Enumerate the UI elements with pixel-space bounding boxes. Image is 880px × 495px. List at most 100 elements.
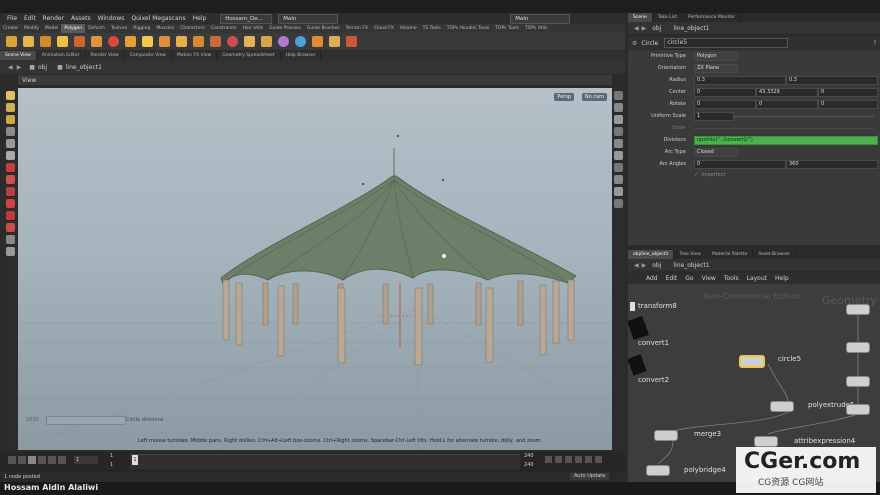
shelf-tab[interactable]: Model — [42, 24, 62, 33]
magnet-tool-icon[interactable] — [5, 199, 15, 208]
rotate-z-field[interactable]: 0 — [818, 100, 878, 109]
tab-take-list[interactable]: Take List — [653, 13, 684, 22]
menu-render[interactable]: Render — [43, 15, 64, 22]
key-icon[interactable] — [545, 456, 552, 463]
tab-render-view[interactable]: Render View — [86, 51, 125, 60]
node-merge3[interactable]: merge3 — [694, 430, 721, 438]
menu-quixel[interactable]: Quixel Megascans — [131, 15, 185, 22]
shelf-tab[interactable]: TOPs Tools — [492, 24, 522, 33]
desktop-search[interactable]: Main — [510, 13, 571, 24]
center-z-field[interactable]: 0 — [818, 88, 878, 97]
range-end-field-2[interactable]: 240 — [524, 462, 534, 468]
network-menu-view[interactable]: View — [702, 275, 716, 282]
back-arrow-icon[interactable]: ◀ — [634, 25, 639, 32]
polyknife-tool-icon[interactable] — [74, 36, 85, 47]
forward-arrow-icon[interactable]: ▶ — [642, 25, 647, 32]
shelf-tab[interactable]: Constraints — [208, 24, 240, 33]
polyfill-tool-icon[interactable] — [91, 36, 102, 47]
path-object[interactable]: line_object1 — [66, 64, 102, 71]
tab-geometry-spreadsheet[interactable]: Geometry Spreadsheet — [217, 51, 281, 60]
uniform-scale-field[interactable]: 1 — [694, 112, 734, 121]
network-menu-add[interactable]: Add — [646, 275, 658, 282]
polybridge4-node[interactable] — [646, 465, 670, 476]
polyreduce-tool-icon[interactable] — [108, 36, 119, 47]
triangulate-tool-icon[interactable] — [346, 36, 357, 47]
shelf-tab[interactable]: Terrain FX — [343, 24, 371, 33]
network-menu-edit[interactable]: Edit — [666, 275, 678, 282]
shelf-tab[interactable]: Characters — [177, 24, 208, 33]
shelf-tab[interactable]: TOPs Utils — [522, 24, 551, 33]
shelf-tab[interactable]: Guide Process — [266, 24, 304, 33]
node-polybridge4[interactable]: polybridge4 — [684, 466, 726, 474]
jump-start-icon[interactable] — [8, 456, 16, 464]
boolean-tool-icon[interactable] — [227, 36, 238, 47]
shelf-tab[interactable]: Deform — [85, 24, 108, 33]
node-convert1[interactable]: convert1 — [638, 339, 669, 347]
snapshot-icon[interactable] — [614, 199, 623, 208]
order-slider[interactable] — [694, 128, 874, 129]
pose-tool-icon[interactable] — [5, 175, 15, 184]
checkbox-icon[interactable]: ✓ — [694, 172, 698, 178]
path-object[interactable]: line_object1 — [673, 262, 709, 269]
node-circle5[interactable]: circle5 — [778, 355, 801, 363]
settings-icon[interactable] — [595, 456, 602, 463]
orientation-menu[interactable]: ZX Plane — [694, 64, 738, 73]
rotate-tool-icon[interactable] — [5, 139, 15, 148]
radius-y-field[interactable]: 0.3 — [786, 76, 878, 85]
ghost-icon[interactable] — [614, 151, 623, 160]
tab-material-palette[interactable]: Material Palette — [707, 250, 754, 259]
points-display-icon[interactable] — [614, 127, 623, 136]
lights-icon[interactable] — [614, 163, 623, 172]
loop-icon[interactable] — [575, 456, 582, 463]
node-attribexpression4[interactable]: attribexpression4 — [794, 437, 855, 445]
tab-asset-browser[interactable]: Asset Browser — [753, 250, 797, 259]
clean-tool-icon[interactable] — [244, 36, 255, 47]
sphere-tool-icon[interactable] — [278, 36, 289, 47]
render-region-icon[interactable] — [5, 247, 15, 256]
rotate-y-field[interactable]: 0 — [756, 100, 818, 109]
network-node-right[interactable] — [846, 404, 870, 415]
polypatch-tool-icon[interactable] — [193, 36, 204, 47]
view-tool-icon[interactable] — [5, 223, 15, 232]
path-root[interactable]: obj — [38, 64, 47, 71]
radius-x-field[interactable]: 0.3 — [694, 76, 786, 85]
shelf-tab[interactable]: Muscles — [153, 24, 177, 33]
polyextrude5-node[interactable] — [770, 401, 794, 412]
star-tool-icon[interactable] — [142, 36, 153, 47]
network-menu-layout[interactable]: Layout — [747, 275, 767, 282]
network-menu-help[interactable]: Help — [775, 275, 789, 282]
uniform-scale-slider[interactable] — [734, 116, 874, 117]
arc-type-menu[interactable]: Closed — [694, 148, 738, 157]
playhead[interactable]: 1 — [132, 455, 138, 465]
tab-scene[interactable]: Scene — [628, 13, 653, 22]
shelf-tab[interactable]: Volume — [397, 24, 420, 33]
camera-button[interactable]: No cam — [581, 93, 607, 101]
select-edges-icon[interactable] — [5, 115, 15, 124]
attribexpression4-node[interactable] — [754, 436, 778, 447]
network-node-right[interactable] — [846, 376, 870, 387]
range-icon[interactable] — [585, 456, 592, 463]
shelf-tab[interactable]: Rigging — [130, 24, 153, 33]
background-icon[interactable] — [614, 187, 623, 196]
normals-display-icon[interactable] — [614, 139, 623, 148]
realtime-icon[interactable] — [565, 456, 572, 463]
timeline-scrubber[interactable]: 1 — [130, 454, 520, 469]
sound-icon[interactable] — [555, 456, 562, 463]
facet-tool-icon[interactable] — [312, 36, 323, 47]
scene-file-field[interactable]: Hossam_De... — [220, 13, 273, 24]
range-end-field[interactable]: 240 — [524, 453, 534, 459]
remesh-tool-icon[interactable] — [210, 36, 221, 47]
current-frame-field[interactable]: 1 — [74, 456, 98, 464]
circle5-node[interactable] — [739, 355, 765, 368]
snap-tool-icon[interactable] — [5, 211, 15, 220]
path-object[interactable]: line_object1 — [673, 25, 709, 32]
shelf-tab-polygon[interactable]: Polygon — [61, 24, 86, 33]
soften-tool-icon[interactable] — [295, 36, 306, 47]
polybridge-tool-icon[interactable] — [125, 36, 136, 47]
tab-help-browser[interactable]: Help Browser — [281, 51, 322, 60]
polybevel-tool-icon[interactable] — [23, 36, 34, 47]
polypath-tool-icon[interactable] — [159, 36, 170, 47]
display-options-icon[interactable] — [614, 91, 623, 100]
step-forward-icon[interactable] — [48, 456, 56, 464]
node-convert2[interactable]: convert2 — [638, 376, 669, 384]
